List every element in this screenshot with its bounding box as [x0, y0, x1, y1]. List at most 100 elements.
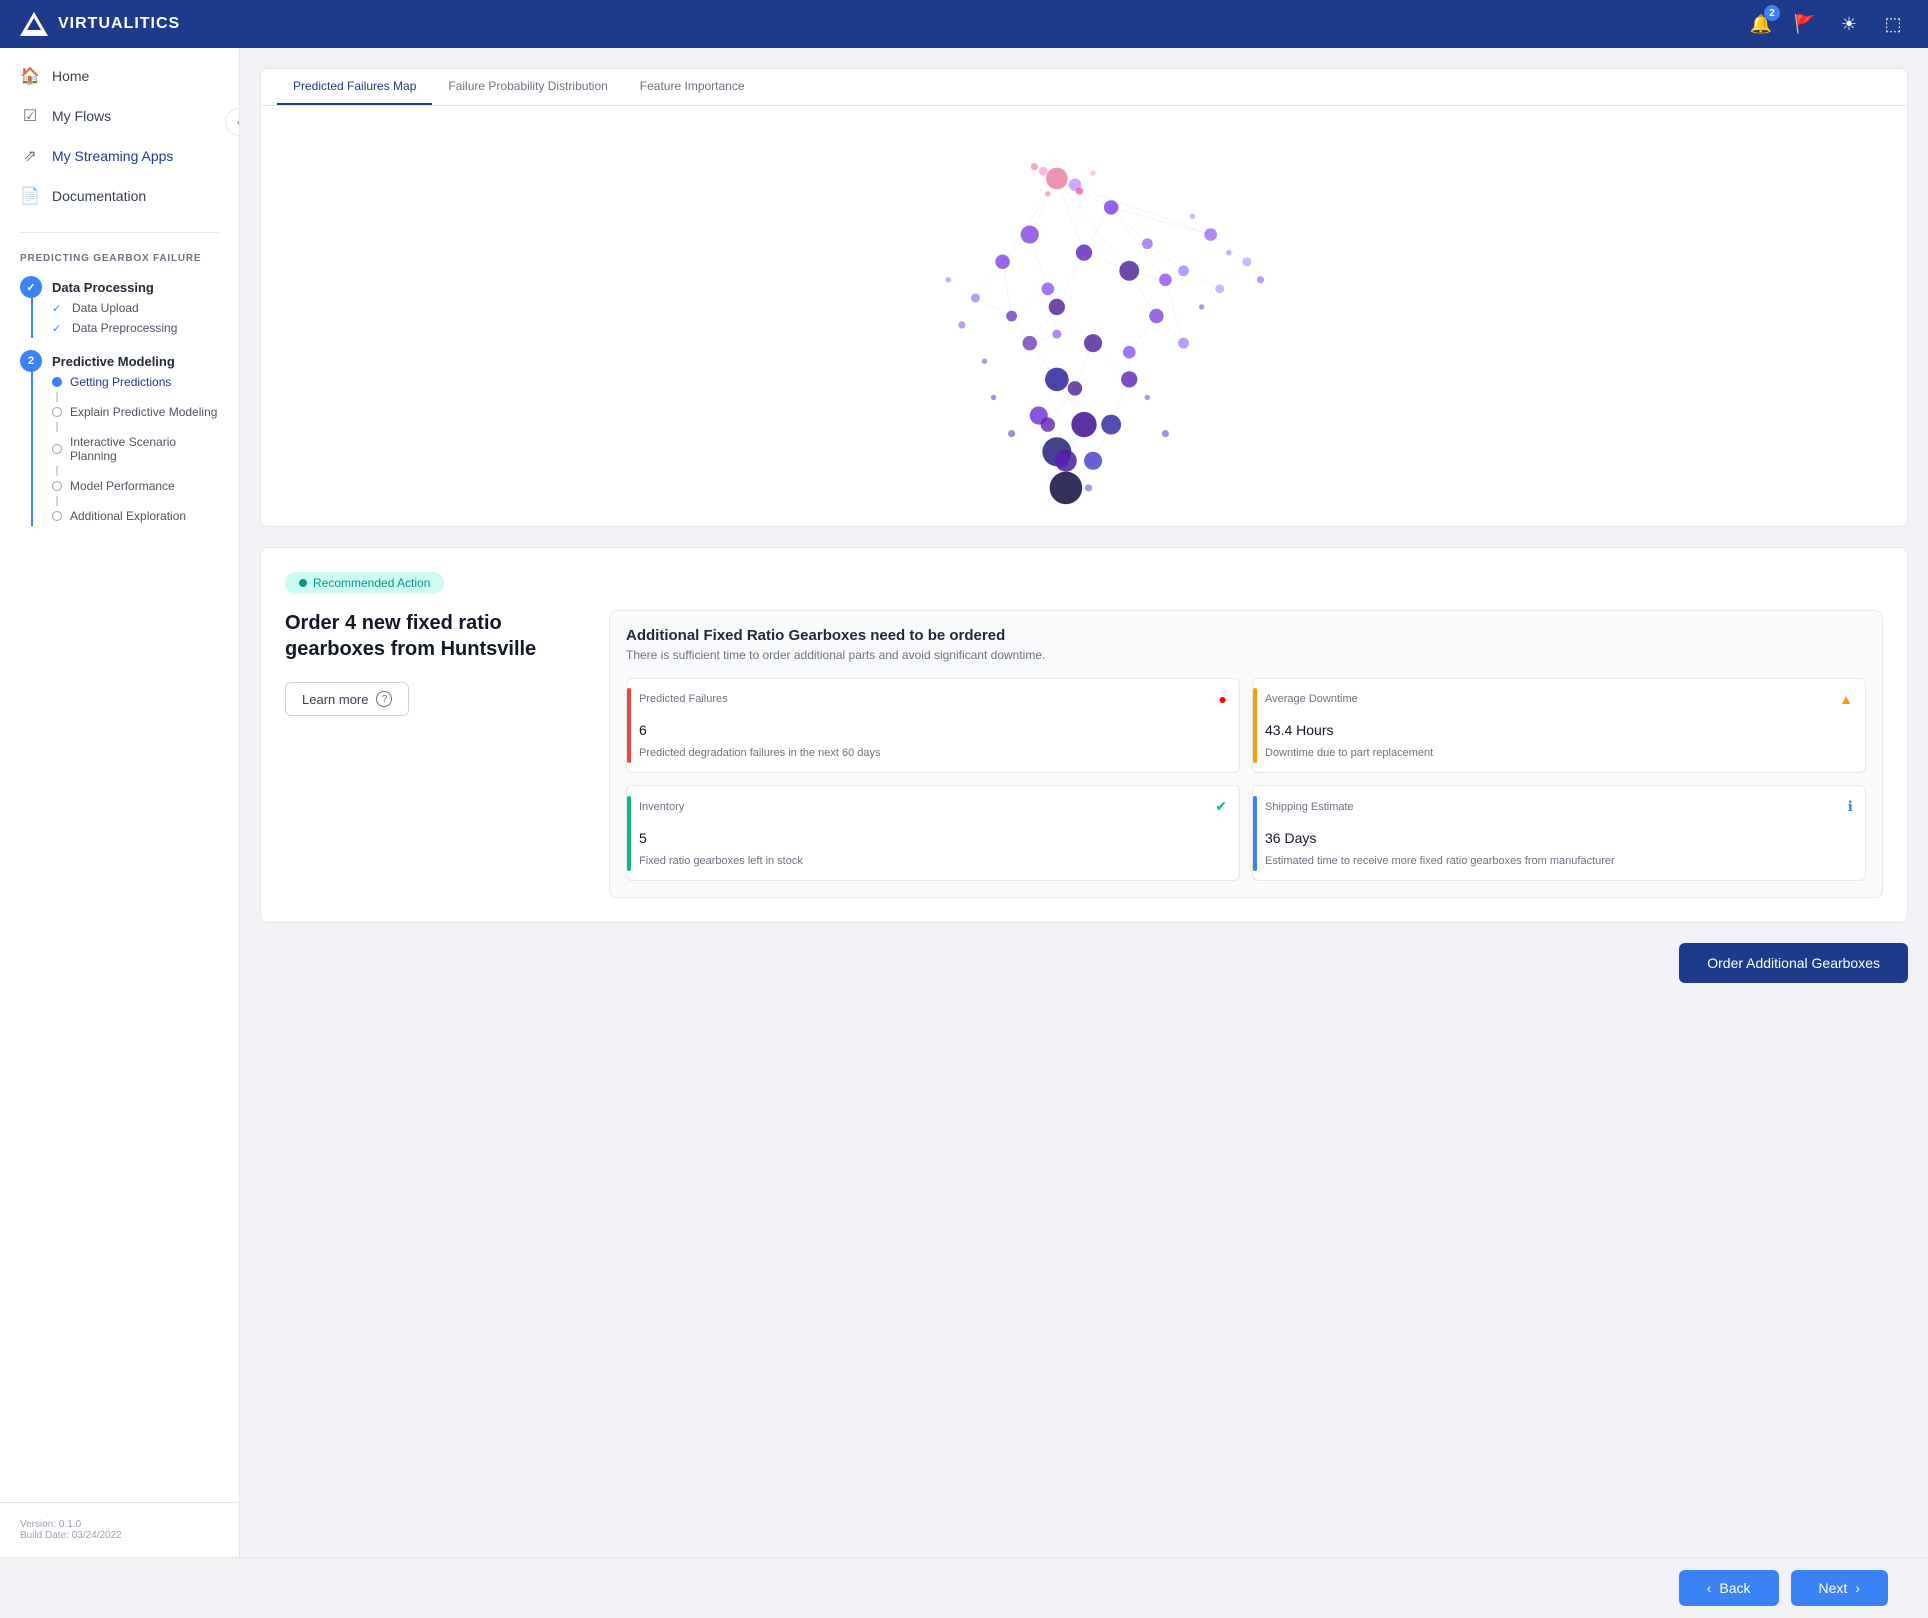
- metric-bar-downtime: [1253, 688, 1257, 762]
- nav-icons: 🔔 2 🚩 ☀ ⬚: [1746, 9, 1908, 39]
- step-label-predictive-modeling: Predictive Modeling: [52, 354, 175, 369]
- top-navigation: VIRTUALITICS 🔔 2 🚩 ☀ ⬚: [0, 0, 1928, 48]
- substep-dot-exploration: [52, 511, 62, 521]
- graph-tabs: Predicted Failures Map Failure Probabili…: [261, 69, 1907, 106]
- app-logo: VIRTUALITICS: [20, 12, 180, 36]
- substep-label-upload: Data Upload: [72, 301, 139, 315]
- metric-label-shipping: Shipping Estimate ℹ: [1265, 798, 1853, 815]
- sidebar-label-streaming: My Streaming Apps: [52, 148, 173, 164]
- substeps-data-processing: ✓ Data Upload ✓ Data Preprocessing: [31, 298, 219, 338]
- back-button[interactable]: ‹ Back: [1679, 1570, 1779, 1606]
- sidebar-item-documentation[interactable]: 📄 Documentation: [0, 176, 239, 216]
- sidebar-footer: Version: 0.1.0 Build Date: 03/24/2022: [0, 1502, 239, 1557]
- graph-card: Predicted Failures Map Failure Probabili…: [260, 68, 1908, 527]
- order-additional-gearboxes-button[interactable]: Order Additional Gearboxes: [1679, 943, 1908, 983]
- substep-dot-predictions: [52, 377, 62, 387]
- sidebar-navigation: 🏠 Home ☑ My Flows ⇗ My Streaming Apps 📄 …: [0, 48, 239, 224]
- metric-bar-shipping: [1253, 796, 1257, 871]
- substep-data-preprocessing[interactable]: ✓ Data Preprocessing: [52, 318, 219, 338]
- metric-desc-shipping: Estimated time to receive more fixed rat…: [1265, 854, 1853, 868]
- recommendation-title: Order 4 new fixed ratio gearboxes from H…: [285, 610, 585, 662]
- bottom-bar: ‹ Back Next ›: [0, 1557, 1928, 1618]
- help-circle-icon: ?: [376, 691, 392, 707]
- sidebar-item-myflows[interactable]: ☑ My Flows: [0, 96, 239, 136]
- next-label: Next: [1819, 1580, 1848, 1596]
- metric-desc-failures: Predicted degradation failures in the ne…: [639, 746, 1227, 760]
- back-chevron-icon: ‹: [1707, 1580, 1712, 1596]
- shipping-icon: ℹ: [1848, 798, 1853, 815]
- metric-inventory: Inventory ✔ 5 Fixed ratio gearboxes left…: [626, 785, 1240, 881]
- graph-visualization-area: [261, 106, 1907, 526]
- metric-value-failures: 6: [639, 711, 1227, 742]
- sidebar-item-home[interactable]: 🏠 Home: [0, 56, 239, 96]
- workflow-section-label: PREDICTING GEARBOX FAILURE: [0, 241, 239, 270]
- nav-buttons: ‹ Back Next ›: [1679, 1570, 1888, 1606]
- home-icon: 🏠: [20, 66, 40, 86]
- order-button-row: Order Additional Gearboxes: [260, 943, 1908, 983]
- workflow-section: ✓ Data Processing ✓ Data Upload ✓ Data P…: [0, 270, 239, 540]
- flows-icon: ☑: [20, 106, 40, 126]
- metric-bar-inventory: [627, 796, 631, 871]
- network-graph-svg: [281, 126, 1887, 506]
- metric-bar-failures: [627, 688, 631, 762]
- substep-connector-1: [56, 392, 58, 402]
- metric-predicted-failures: Predicted Failures ● 6 Predicted degrada…: [626, 678, 1240, 773]
- substep-dot-explain: [52, 407, 62, 417]
- substep-check-upload: ✓: [52, 302, 64, 315]
- substep-label-predictions: Getting Predictions: [70, 375, 171, 389]
- logout-button[interactable]: ⬚: [1878, 9, 1908, 39]
- build-date-text: Build Date: 03/24/2022: [20, 1530, 219, 1541]
- graph-tab-distribution[interactable]: Failure Probability Distribution: [432, 69, 623, 105]
- step-label-data-processing: Data Processing: [52, 280, 154, 295]
- step-header-predictive-modeling[interactable]: 2 Predictive Modeling: [20, 350, 219, 372]
- graph-tab-predicted-failures[interactable]: Predicted Failures Map: [277, 69, 432, 105]
- flag-button[interactable]: 🚩: [1790, 9, 1820, 39]
- graph-tab-feature-importance[interactable]: Feature Importance: [624, 69, 761, 105]
- sidebar-label-home: Home: [52, 68, 89, 84]
- workflow-step-predictive-modeling: 2 Predictive Modeling Getting Prediction…: [0, 344, 239, 532]
- metric-desc-inventory: Fixed ratio gearboxes left in stock: [639, 854, 1227, 868]
- workflow-step-data-processing: ✓ Data Processing ✓ Data Upload ✓ Data P…: [0, 270, 239, 344]
- recommended-action-badge: Recommended Action: [285, 572, 444, 594]
- substep-data-upload[interactable]: ✓ Data Upload: [52, 298, 219, 318]
- notification-badge: 2: [1764, 5, 1780, 21]
- substep-connector-3: [56, 466, 58, 476]
- sidebar-label-myflows: My Flows: [52, 108, 111, 124]
- recommendation-panel: Additional Fixed Ratio Gearboxes need to…: [609, 610, 1883, 898]
- learn-more-button[interactable]: Learn more ?: [285, 682, 409, 716]
- recommendation-left: Order 4 new fixed ratio gearboxes from H…: [285, 610, 585, 898]
- back-label: Back: [1719, 1580, 1750, 1596]
- theme-button[interactable]: ☀: [1834, 9, 1864, 39]
- notifications-button[interactable]: 🔔 2: [1746, 9, 1776, 39]
- substep-model-performance[interactable]: Model Performance: [52, 476, 219, 496]
- substep-connector-4: [56, 496, 58, 506]
- next-button[interactable]: Next ›: [1791, 1570, 1888, 1606]
- substep-explain-modeling[interactable]: Explain Predictive Modeling: [52, 402, 219, 422]
- substep-scenario-planning[interactable]: Interactive Scenario Planning: [52, 432, 219, 466]
- sidebar-item-streaming[interactable]: ⇗ My Streaming Apps: [0, 136, 239, 176]
- substep-getting-predictions[interactable]: Getting Predictions: [52, 372, 219, 392]
- metric-average-downtime: Average Downtime ▲ 43.4 Hours Downtime d…: [1252, 678, 1866, 773]
- learn-more-label: Learn more: [302, 692, 368, 707]
- step-header-data-processing[interactable]: ✓ Data Processing: [20, 276, 219, 298]
- metric-shipping-estimate: Shipping Estimate ℹ 36 Days Estimated ti…: [1252, 785, 1866, 881]
- app-name: VIRTUALITICS: [58, 15, 180, 33]
- next-chevron-icon: ›: [1855, 1580, 1860, 1596]
- step-circle-predictive-modeling: 2: [20, 350, 42, 372]
- badge-label: Recommended Action: [313, 576, 430, 590]
- logo-triangle-icon: [20, 12, 48, 36]
- badge-dot-icon: [299, 579, 307, 587]
- app-body: ‹ 🏠 Home ☑ My Flows ⇗ My Streaming Apps …: [0, 48, 1928, 1557]
- sidebar: ‹ 🏠 Home ☑ My Flows ⇗ My Streaming Apps …: [0, 48, 240, 1557]
- metric-value-shipping: 36 Days: [1265, 819, 1853, 850]
- metrics-grid: Predicted Failures ● 6 Predicted degrada…: [626, 678, 1866, 881]
- substep-label-explain: Explain Predictive Modeling: [70, 405, 217, 419]
- panel-subtitle: There is sufficient time to order additi…: [626, 648, 1866, 662]
- downtime-icon: ▲: [1839, 691, 1853, 707]
- metric-value-inventory: 5: [639, 819, 1227, 850]
- substep-additional-exploration[interactable]: Additional Exploration: [52, 506, 219, 526]
- failures-icon: ●: [1219, 691, 1227, 707]
- step-circle-data-processing: ✓: [20, 276, 42, 298]
- recommendation-section: Recommended Action Order 4 new fixed rat…: [260, 547, 1908, 923]
- metric-desc-downtime: Downtime due to part replacement: [1265, 746, 1853, 760]
